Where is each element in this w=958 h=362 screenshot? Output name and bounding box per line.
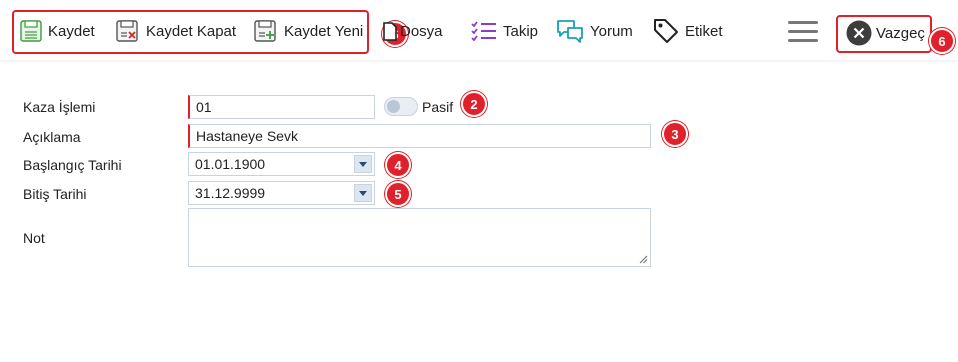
aciklama-input[interactable]: Hastaneye Sevk: [188, 124, 651, 148]
yorum-button[interactable]: Yorum: [556, 16, 633, 46]
vazgec-button[interactable]: Vazgeç: [846, 18, 925, 48]
yorum-label: Yorum: [590, 22, 633, 40]
baslangic-tarihi-label: Başlangıç Tarihi: [23, 157, 122, 173]
dosya-label: Dosya: [400, 22, 443, 40]
pasif-label: Pasif: [422, 99, 454, 115]
resize-grip-icon[interactable]: [639, 255, 648, 264]
kaydet-yeni-button[interactable]: Kaydet Yeni: [254, 16, 363, 46]
not-textarea[interactable]: [188, 208, 651, 267]
bitis-tarihi-label: Bitiş Tarihi: [23, 186, 87, 202]
kaydet-label: Kaydet: [48, 22, 95, 40]
vazgec-label: Vazgeç: [876, 24, 925, 42]
kaydet-kapat-button[interactable]: Kaydet Kapat: [116, 16, 236, 46]
close-circle-icon: [846, 20, 872, 46]
floppy-plus-icon: [254, 20, 278, 42]
not-label: Not: [23, 230, 45, 246]
toolbar: Kaydet Kaydet Kapat Kaydet Yeni Dosya Ta…: [0, 0, 958, 60]
annotation-badge: 4: [385, 152, 411, 178]
chevron-down-icon[interactable]: [354, 155, 372, 173]
kaza-islemi-input[interactable]: 01: [188, 95, 375, 119]
kaza-islemi-value: 01: [196, 99, 212, 115]
floppy-close-icon: [116, 20, 140, 42]
aciklama-label: Açıklama: [23, 129, 81, 145]
chevron-down-icon[interactable]: [354, 184, 372, 202]
annotation-badge: 6: [929, 28, 955, 54]
annotation-badge: 2: [461, 91, 487, 117]
tag-icon: [653, 18, 679, 44]
etiket-label: Etiket: [685, 22, 723, 40]
annotation-badge: 5: [385, 181, 411, 207]
checklist-icon: [471, 20, 497, 42]
file-icon: [383, 20, 397, 42]
kaydet-kapat-label: Kaydet Kapat: [146, 22, 237, 40]
takip-button[interactable]: Takip: [471, 16, 538, 46]
baslangic-tarihi-value: 01.01.1900: [195, 156, 266, 172]
toggle-knob: [387, 100, 400, 113]
floppy-icon: [20, 20, 42, 42]
aciklama-value: Hastaneye Sevk: [196, 128, 298, 144]
dosya-button[interactable]: Dosya: [383, 16, 443, 46]
bitis-tarihi-dropdown[interactable]: 31.12.9999: [188, 181, 375, 205]
kaydet-button[interactable]: Kaydet: [20, 16, 95, 46]
takip-label: Takip: [503, 22, 539, 40]
pasif-toggle[interactable]: [384, 97, 418, 116]
kaydet-yeni-label: Kaydet Yeni: [284, 22, 364, 40]
etiket-button[interactable]: Etiket: [653, 16, 723, 46]
kaza-islemi-label: Kaza İşlemi: [23, 99, 96, 115]
bitis-tarihi-value: 31.12.9999: [195, 185, 266, 201]
annotation-badge: 3: [662, 121, 688, 147]
baslangic-tarihi-dropdown[interactable]: 01.01.1900: [188, 152, 375, 176]
chat-bubbles-icon: [556, 19, 584, 43]
hamburger-icon[interactable]: [788, 21, 818, 43]
